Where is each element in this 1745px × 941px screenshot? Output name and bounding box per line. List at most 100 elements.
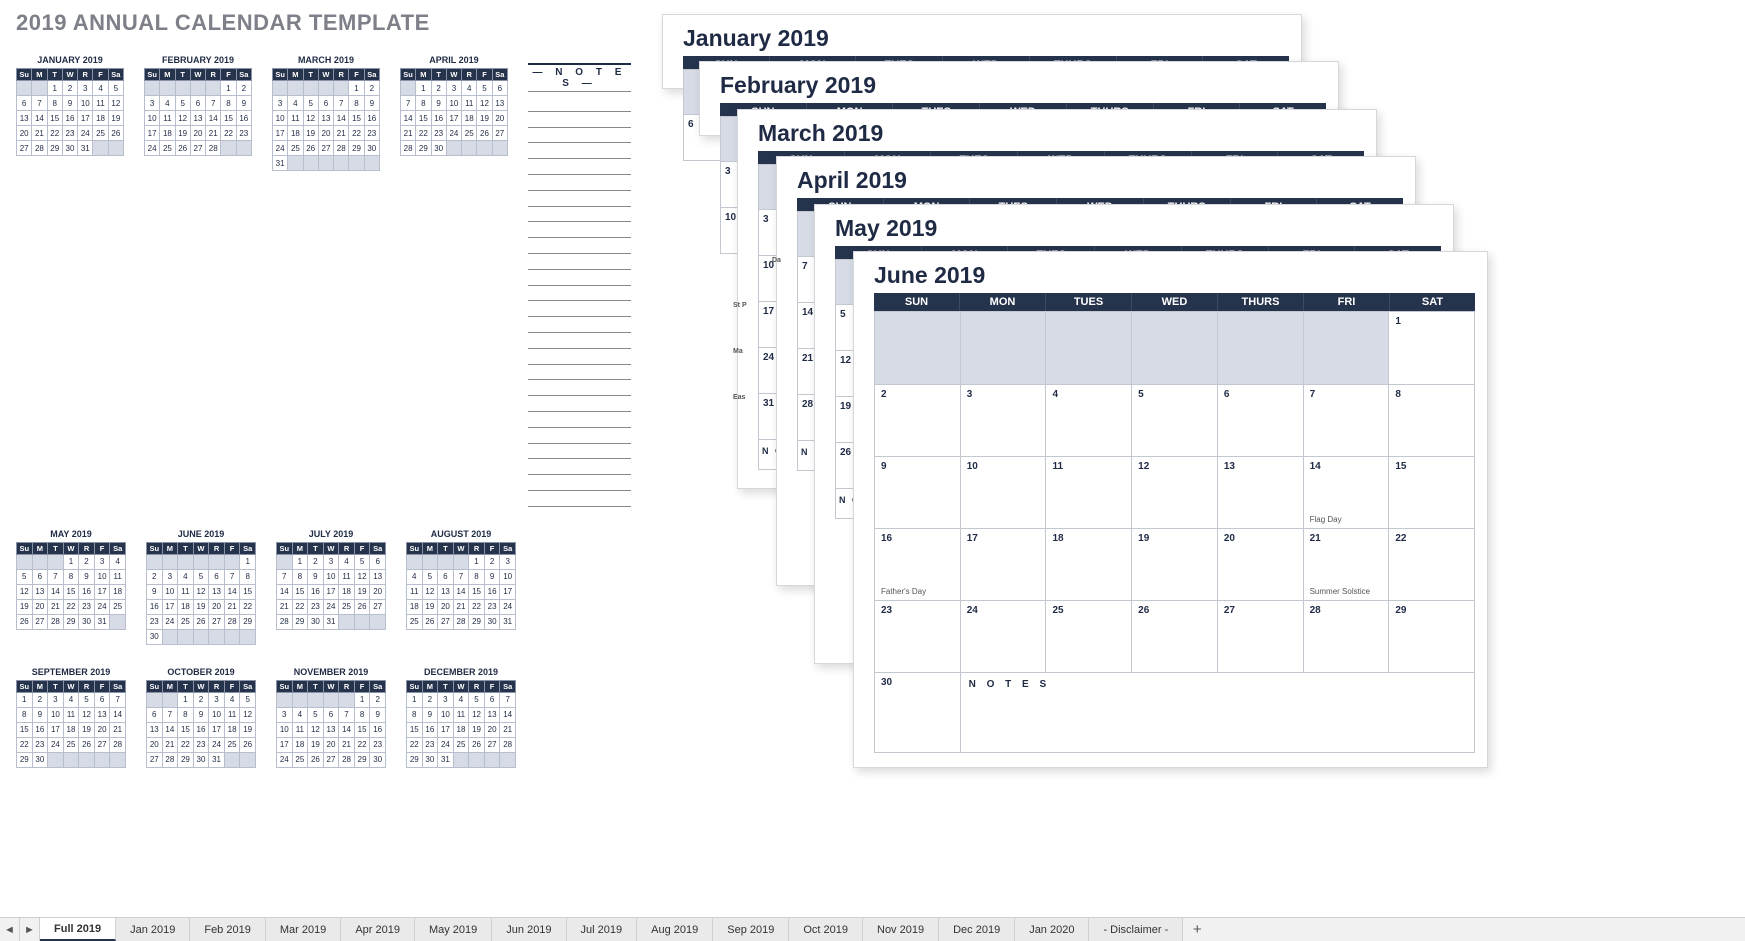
note-line[interactable] (528, 444, 631, 460)
note-line[interactable] (528, 349, 631, 365)
day-header-cell: SUN (874, 293, 960, 311)
calendar-day-cell[interactable] (961, 312, 1047, 384)
month-notes-area[interactable]: N O T E S (961, 673, 1474, 752)
sheet-tab[interactable]: Jan 2020 (1015, 918, 1089, 941)
note-line[interactable] (528, 428, 631, 444)
mini-day-cell: 21 (48, 599, 64, 614)
sheet-tab[interactable]: Jan 2019 (116, 918, 190, 941)
sheet-tab[interactable]: Sep 2019 (713, 918, 789, 941)
calendar-day-cell[interactable]: 4 (1046, 385, 1132, 456)
mini-day-cell: 8 (63, 569, 79, 584)
calendar-day-cell[interactable]: 10 (961, 457, 1047, 528)
note-line[interactable] (528, 207, 631, 223)
mini-day-cell: 3 (438, 692, 454, 707)
calendar-day-cell[interactable]: 28 (1304, 601, 1390, 672)
sheet-tab[interactable]: Oct 2019 (789, 918, 863, 941)
note-line[interactable] (528, 396, 631, 412)
sheet-tab[interactable]: Aug 2019 (637, 918, 713, 941)
calendar-day-cell[interactable]: 20 (1218, 529, 1304, 600)
sheet-tab[interactable]: Jun 2019 (492, 918, 566, 941)
calendar-day-cell[interactable] (1304, 312, 1390, 384)
mini-day-cell: 23 (79, 599, 95, 614)
calendar-day-cell[interactable]: 9 (875, 457, 961, 528)
sheet-tab[interactable]: - Disclaimer - (1089, 918, 1183, 941)
note-line[interactable] (528, 222, 631, 238)
note-line[interactable] (528, 365, 631, 381)
sheet-tab[interactable]: Apr 2019 (341, 918, 415, 941)
calendar-day-cell[interactable]: 17 (961, 529, 1047, 600)
mini-day-cell: 23 (236, 126, 251, 141)
calendar-day-cell[interactable]: 12 (1132, 457, 1218, 528)
note-line[interactable] (528, 254, 631, 270)
calendar-day-cell[interactable]: 18 (1046, 529, 1132, 600)
mini-day-cell: 20 (17, 126, 32, 141)
calendar-day-cell[interactable]: 19 (1132, 529, 1218, 600)
calendar-day-cell[interactable] (875, 312, 961, 384)
note-line[interactable] (528, 159, 631, 175)
sheet-tab[interactable]: Mar 2019 (266, 918, 341, 941)
calendar-day-cell[interactable]: 13 (1218, 457, 1304, 528)
sheet-tab[interactable]: Feb 2019 (190, 918, 265, 941)
calendar-day-cell[interactable]: 15 (1389, 457, 1474, 528)
calendar-day-cell[interactable]: 30 (875, 673, 961, 752)
calendar-day-cell[interactable]: 11 (1046, 457, 1132, 528)
calendar-day-cell[interactable]: 25 (1046, 601, 1132, 672)
calendar-day-cell[interactable]: 16Father's Day (875, 529, 961, 600)
note-line[interactable] (528, 380, 631, 396)
tab-scroll-right[interactable]: ► (20, 918, 40, 941)
note-line[interactable] (528, 459, 631, 475)
sheet-tab[interactable]: Dec 2019 (939, 918, 1015, 941)
calendar-day-cell[interactable]: 14Flag Day (1304, 457, 1390, 528)
mini-month: MARCH 2019SuMTWRFSa123456789101112131415… (272, 55, 380, 507)
calendar-day-cell[interactable]: 2 (875, 385, 961, 456)
calendar-day-cell[interactable]: 24 (961, 601, 1047, 672)
mini-day-cell: 14 (400, 111, 415, 126)
note-line[interactable] (528, 286, 631, 302)
calendar-day-cell[interactable]: 23 (875, 601, 961, 672)
calendar-day-cell[interactable]: 1 (1389, 312, 1474, 384)
mini-day-cell: 5 (477, 81, 492, 96)
note-line[interactable] (528, 112, 631, 128)
calendar-day-cell[interactable] (1132, 312, 1218, 384)
add-sheet-button[interactable]: + (1183, 918, 1211, 941)
mini-day-cell: 10 (438, 707, 454, 722)
note-line[interactable] (528, 491, 631, 507)
note-line[interactable] (528, 96, 631, 112)
sheet-tab[interactable]: Jul 2019 (567, 918, 638, 941)
calendar-day-cell[interactable]: 27 (1218, 601, 1304, 672)
calendar-day-cell[interactable] (1218, 312, 1304, 384)
mini-day-cell (224, 554, 240, 569)
calendar-day-cell[interactable]: 5 (1132, 385, 1218, 456)
calendar-day-cell[interactable]: 22 (1389, 529, 1474, 600)
mini-day-cell: 8 (221, 96, 236, 111)
mini-day-cell: 24 (323, 599, 339, 614)
calendar-day-cell[interactable]: 21Summer Solstice (1304, 529, 1390, 600)
note-line[interactable] (528, 301, 631, 317)
note-line[interactable] (528, 475, 631, 491)
note-line[interactable] (528, 175, 631, 191)
sheet-tab[interactable]: Nov 2019 (863, 918, 939, 941)
calendar-day-cell[interactable] (1046, 312, 1132, 384)
tab-scroll-left[interactable]: ◄ (0, 918, 20, 941)
sheet-tab[interactable]: Full 2019 (40, 918, 116, 941)
calendar-day-cell[interactable]: 6 (1218, 385, 1304, 456)
note-line[interactable] (528, 270, 631, 286)
note-line[interactable] (528, 333, 631, 349)
calendar-day-cell[interactable]: 8 (1389, 385, 1474, 456)
note-line[interactable] (528, 238, 631, 254)
calendar-day-cell[interactable]: 26 (1132, 601, 1218, 672)
mini-day-cell (323, 692, 339, 707)
note-line[interactable] (528, 412, 631, 428)
calendar-day-cell[interactable]: 7 (1304, 385, 1390, 456)
calendar-day-cell[interactable]: 3 (961, 385, 1047, 456)
note-line[interactable] (528, 191, 631, 207)
note-line[interactable] (528, 143, 631, 159)
mini-day-cell (32, 81, 47, 96)
calendar-day-cell[interactable]: 29 (1389, 601, 1474, 672)
mini-day-cell (334, 81, 349, 96)
note-line[interactable] (528, 128, 631, 144)
sheet-tab[interactable]: May 2019 (415, 918, 492, 941)
mini-day-cell: 6 (318, 96, 333, 111)
note-line[interactable] (528, 317, 631, 333)
mini-day-cell (17, 81, 32, 96)
